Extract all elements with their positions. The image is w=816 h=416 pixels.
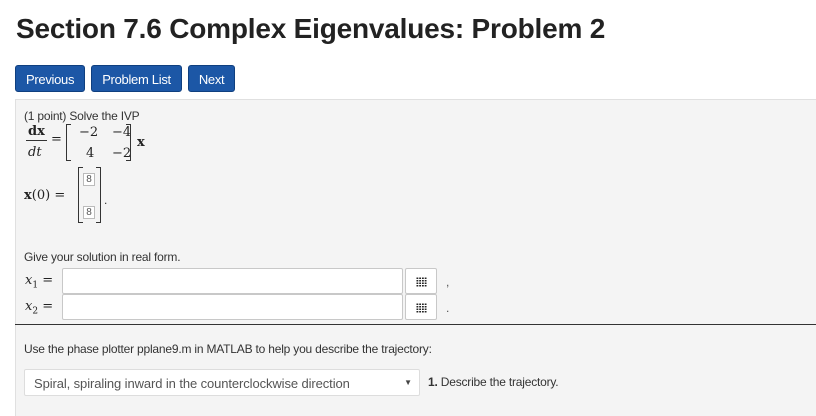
- grid-icon: [416, 277, 427, 287]
- trajectory-selected-value: Spiral, spiraling inward in the counterc…: [34, 376, 350, 391]
- initial-period: .: [104, 193, 108, 207]
- matrix-right-bracket: [126, 124, 131, 161]
- answer-field-x2[interactable]: [63, 295, 402, 319]
- derivative-numerator: dx: [28, 124, 45, 139]
- matrix-a11: −2: [79, 125, 99, 140]
- next-button[interactable]: Next: [187, 65, 236, 92]
- answer-input-x2[interactable]: [62, 294, 403, 320]
- matrix-a21: 4: [86, 146, 95, 161]
- answer-label-x1: x1 =: [25, 273, 54, 291]
- equals-sign: =: [51, 132, 62, 147]
- matrix-left-bracket: [66, 124, 71, 161]
- equation-editor-button-x2[interactable]: [405, 294, 437, 320]
- trajectory-question: 1. Describe the trajectory.: [428, 375, 559, 389]
- initial-value-2: 8: [83, 206, 95, 219]
- equation-editor-button-x1[interactable]: [405, 268, 437, 294]
- give-instruction: Give your solution in real form.: [24, 250, 181, 264]
- initial-condition-label: x(0) =: [24, 188, 66, 203]
- trajectory-select[interactable]: Spiral, spiraling inward in the counterc…: [24, 369, 420, 396]
- problem-list-button[interactable]: Problem List: [91, 65, 182, 92]
- answer-trail-x1: ,: [446, 275, 450, 289]
- page-title: Section 7.6 Complex Eigenvalues: Problem…: [16, 13, 606, 44]
- phase-plotter-hint: Use the phase plotter pplane9.m in MATLA…: [24, 342, 432, 356]
- derivative-denominator: dt: [28, 145, 42, 160]
- answer-field-x1[interactable]: [63, 269, 402, 293]
- section-divider: [15, 324, 816, 325]
- problem-intro: (1 point) Solve the IVP: [24, 109, 140, 123]
- fraction-line: [26, 140, 47, 141]
- answer-input-x1[interactable]: [62, 268, 403, 294]
- answer-label-x2: x2 =: [25, 299, 54, 317]
- problem-nav: Previous Problem List Next: [15, 65, 236, 92]
- answer-trail-x2: .: [446, 301, 450, 315]
- initial-right-bracket: [96, 167, 101, 223]
- initial-value-1: 8: [83, 173, 95, 186]
- previous-button[interactable]: Previous: [15, 65, 86, 92]
- chevron-down-icon: ▼: [404, 378, 412, 387]
- grid-icon: [416, 303, 427, 313]
- vector-x: x: [137, 135, 145, 150]
